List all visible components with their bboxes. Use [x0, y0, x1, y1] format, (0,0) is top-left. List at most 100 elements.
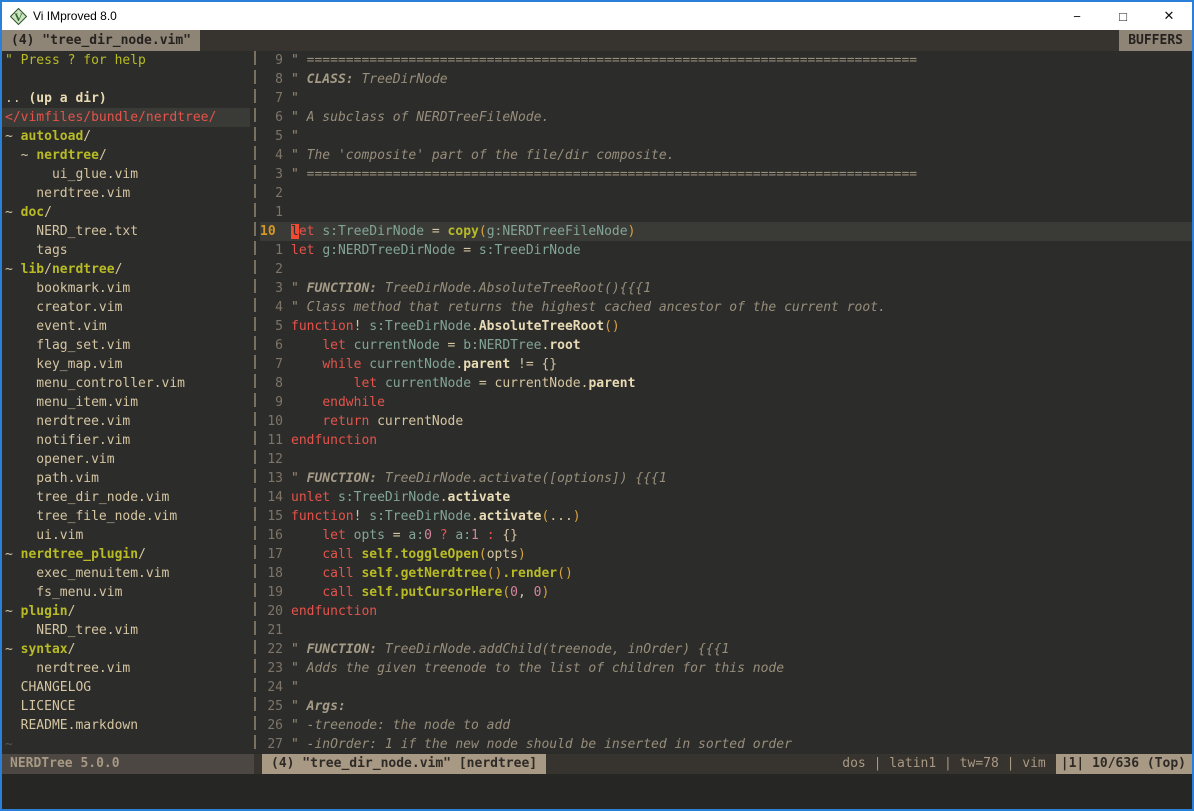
- tree-file-opener[interactable]: opener.vim: [2, 450, 250, 469]
- code-line[interactable]: 9 endwhile: [260, 393, 1192, 412]
- tree-file-ui-glue[interactable]: ui_glue.vim: [2, 165, 250, 184]
- token-ident: b:NERDTree: [463, 338, 541, 353]
- code-line[interactable]: 4" Class method that returns the highest…: [260, 298, 1192, 317]
- code-line[interactable]: 3" =====================================…: [260, 165, 1192, 184]
- code-line[interactable]: 4" The 'composite' part of the file/dir …: [260, 146, 1192, 165]
- tree-file-changelog[interactable]: CHANGELOG: [2, 678, 250, 697]
- tree-file-ui[interactable]: ui.vim: [2, 526, 250, 545]
- code-line[interactable]: 26" -treenode: the node to add: [260, 716, 1192, 735]
- tree-file-key-map[interactable]: key_map.vim: [2, 355, 250, 374]
- tree-file-tags[interactable]: tags: [2, 241, 250, 260]
- tree-help-line[interactable]: " Press ? for help: [2, 51, 250, 70]
- tree-file-notifier[interactable]: notifier.vim: [2, 431, 250, 450]
- window-separator[interactable]: [250, 51, 260, 754]
- code-line[interactable]: 6" A subclass of NERDTreeFileNode.: [260, 108, 1192, 127]
- tree-file-tree-dir-node[interactable]: tree_dir_node.vim: [2, 488, 250, 507]
- tree-dir-autoload-nerdtree[interactable]: ~ nerdtree/: [2, 146, 250, 165]
- token-keyword: :: [487, 528, 495, 543]
- tree-file-menu-controller[interactable]: menu_controller.vim: [2, 374, 250, 393]
- code-line[interactable]: 22" FUNCTION: TreeDirNode.addChild(treen…: [260, 640, 1192, 659]
- code-text: " -treenode: the node to add: [291, 716, 510, 735]
- tree-blank-line[interactable]: [2, 70, 250, 89]
- line-number-gap: [283, 545, 291, 564]
- code-line[interactable]: 7": [260, 89, 1192, 108]
- code-line[interactable]: 21: [260, 621, 1192, 640]
- code-line[interactable]: 25" Args:: [260, 697, 1192, 716]
- code-line[interactable]: 3" FUNCTION: TreeDirNode.AbsoluteTreeRoo…: [260, 279, 1192, 298]
- maximize-button[interactable]: □: [1100, 2, 1146, 30]
- tree-file-autoload-nerdtree-vim[interactable]: nerdtree.vim: [2, 184, 250, 203]
- code-text: " FUNCTION: TreeDirNode.AbsoluteTreeRoot…: [291, 279, 651, 298]
- code-line[interactable]: 8 let currentNode = currentNode.parent: [260, 374, 1192, 393]
- tree-dir-plugin[interactable]: ~ plugin/: [2, 602, 250, 621]
- tree-file-licence[interactable]: LICENCE: [2, 697, 250, 716]
- tree-dir-doc[interactable]: ~ doc/: [2, 203, 250, 222]
- code-line[interactable]: 19 call self.putCursorHere(0, 0): [260, 583, 1192, 602]
- statusline-gap: [254, 754, 262, 774]
- code-line[interactable]: 8" CLASS: TreeDirNode: [260, 70, 1192, 89]
- code-line-current[interactable]: 10let s:TreeDirNode = copy(g:NERDTreeFil…: [260, 222, 1192, 241]
- code-line[interactable]: 9" =====================================…: [260, 51, 1192, 70]
- command-line[interactable]: [2, 774, 1192, 809]
- tree-root[interactable]: </vimfiles/bundle/nerdtree/: [2, 108, 250, 127]
- tree-file-menu-item[interactable]: menu_item.vim: [2, 393, 250, 412]
- code-text: let currentNode = b:NERDTree.root: [291, 336, 581, 355]
- tree-file-nerd-tree-vim[interactable]: NERD_tree.vim: [2, 621, 250, 640]
- tree-dir-lib-nerdtree[interactable]: ~ lib/nerdtree/: [2, 260, 250, 279]
- tree-dir-syntax[interactable]: ~ syntax/: [2, 640, 250, 659]
- tree-file-path[interactable]: path.vim: [2, 469, 250, 488]
- token-paren: ): [628, 224, 636, 239]
- code-line[interactable]: 17 call self.toggleOpen(opts): [260, 545, 1192, 564]
- tree-file-tree-file-node[interactable]: tree_file_node.vim: [2, 507, 250, 526]
- tree-file-exec-menuitem[interactable]: exec_menuitem.vim: [2, 564, 250, 583]
- code-line[interactable]: 1: [260, 203, 1192, 222]
- code-line[interactable]: 18 call self.getNerdtree().render(): [260, 564, 1192, 583]
- code-line[interactable]: 6 let currentNode = b:NERDTree.root: [260, 336, 1192, 355]
- token-comment: ": [291, 471, 307, 486]
- tree-dir-nerdtree-plugin[interactable]: ~ nerdtree_plugin/: [2, 545, 250, 564]
- code-line[interactable]: 27" -inOrder: 1 if the new node should b…: [260, 735, 1192, 754]
- code-line[interactable]: 1let g:NERDTreeDirNode = s:TreeDirNode: [260, 241, 1192, 260]
- code-line[interactable]: 7 while currentNode.parent != {}: [260, 355, 1192, 374]
- code-line[interactable]: 20endfunction: [260, 602, 1192, 621]
- code-line[interactable]: 5": [260, 127, 1192, 146]
- code-line[interactable]: 11endfunction: [260, 431, 1192, 450]
- tree-file-creator[interactable]: creator.vim: [2, 298, 250, 317]
- code-line[interactable]: 23" Adds the given treenode to the list …: [260, 659, 1192, 678]
- tree-file-lib-nerdtree-vim[interactable]: nerdtree.vim: [2, 412, 250, 431]
- tree-file-flag-set[interactable]: flag_set.vim: [2, 336, 250, 355]
- tab-line: (4) "tree_dir_node.vim" BUFFERS: [2, 30, 1192, 51]
- code-line[interactable]: 10 return currentNode: [260, 412, 1192, 431]
- code-line[interactable]: 12: [260, 450, 1192, 469]
- line-number-gap: [283, 621, 291, 640]
- tree-file-nerd-tree-txt[interactable]: NERD_tree.txt: [2, 222, 250, 241]
- tree-file-bookmark[interactable]: bookmark.vim: [2, 279, 250, 298]
- code-text: " ======================================…: [291, 51, 917, 70]
- tree-file-fs-menu[interactable]: fs_menu.vim: [2, 583, 250, 602]
- code-line[interactable]: 24": [260, 678, 1192, 697]
- close-button[interactable]: ✕: [1146, 2, 1192, 30]
- code-line[interactable]: 15function! s:TreeDirNode.activate(...): [260, 507, 1192, 526]
- code-line[interactable]: 5function! s:TreeDirNode.AbsoluteTreeRoo…: [260, 317, 1192, 336]
- tree-file-event[interactable]: event.vim: [2, 317, 250, 336]
- tree-file-readme[interactable]: README.markdown: [2, 716, 250, 735]
- tree-up-dir[interactable]: .. (up a dir): [2, 89, 250, 108]
- token-text: .: [440, 490, 448, 505]
- code-line[interactable]: 2: [260, 260, 1192, 279]
- line-number-gap: [283, 70, 291, 89]
- code-line[interactable]: 13" FUNCTION: TreeDirNode.activate([opti…: [260, 469, 1192, 488]
- token-keyword: ?: [440, 528, 448, 543]
- code-line[interactable]: 2: [260, 184, 1192, 203]
- code-line[interactable]: 14unlet s:TreeDirNode.activate: [260, 488, 1192, 507]
- token-text: [291, 395, 322, 410]
- tree-file-syntax-nerdtree-vim[interactable]: nerdtree.vim: [2, 659, 250, 678]
- tree-dir-autoload[interactable]: ~ autoload/: [2, 127, 250, 146]
- line-number-gap: [283, 450, 291, 469]
- token-ident: s:TreeDirNode: [479, 243, 581, 258]
- code-line[interactable]: 16 let opts = a:0 ? a:1 : {}: [260, 526, 1192, 545]
- line-number: 1: [260, 203, 283, 222]
- tree-empty-tilde[interactable]: ~: [2, 735, 250, 754]
- minimize-button[interactable]: −: [1054, 2, 1100, 30]
- tab-tree-dir-node[interactable]: (4) "tree_dir_node.vim": [2, 30, 200, 51]
- line-number: 2: [260, 260, 283, 279]
